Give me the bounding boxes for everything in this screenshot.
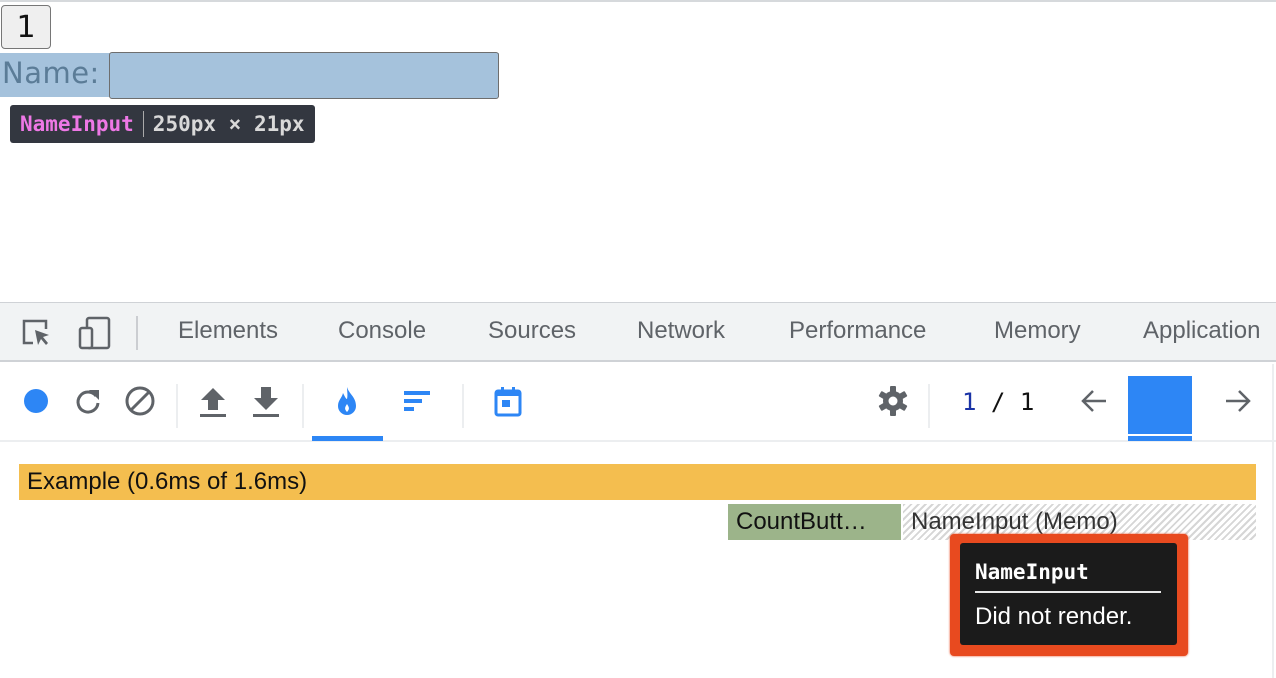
flamegraph-bar-root[interactable]: Example (0.6ms of 1.6ms) bbox=[19, 464, 1256, 500]
flamegraph-bar-countbutton[interactable]: CountButt… bbox=[728, 504, 901, 540]
tab-memory[interactable]: Memory bbox=[994, 317, 1081, 345]
tab-console[interactable]: Console bbox=[338, 317, 426, 345]
commit-total: 1 bbox=[1019, 388, 1035, 416]
toolbar-divider bbox=[462, 384, 464, 428]
inspect-tooltip-component: NameInput bbox=[20, 112, 134, 136]
toolbar-divider bbox=[302, 384, 304, 428]
tabbar-divider bbox=[136, 316, 138, 350]
ranked-chart-icon[interactable] bbox=[400, 384, 434, 418]
commit-current: 1 bbox=[962, 388, 977, 416]
tab-application[interactable]: Application bbox=[1143, 317, 1260, 345]
inspect-tooltip-size: 250px × 21px bbox=[152, 112, 305, 136]
tab-sources[interactable]: Sources bbox=[488, 317, 576, 345]
count-button[interactable]: 1 bbox=[1, 5, 51, 49]
load-profile-icon[interactable] bbox=[196, 384, 230, 418]
tooltip-message: Did not render. bbox=[975, 603, 1133, 630]
inspect-tooltip: NameInput 250px × 21px bbox=[10, 105, 315, 143]
name-input[interactable] bbox=[109, 52, 499, 99]
tab-network[interactable]: Network bbox=[637, 317, 725, 345]
panel-resize-edge bbox=[1272, 364, 1274, 678]
clear-icon[interactable] bbox=[123, 384, 157, 418]
name-label: Name: bbox=[2, 56, 100, 90]
devtools-tabbar: Elements Console Sources Network Perform… bbox=[0, 302, 1276, 362]
profiler-toolbar: 1 / 1 bbox=[0, 364, 1276, 442]
page-top-border bbox=[0, 0, 1276, 2]
commit-separator: / bbox=[990, 388, 1006, 416]
inspect-element-icon[interactable] bbox=[20, 316, 54, 350]
previous-commit-icon[interactable] bbox=[1077, 384, 1111, 418]
device-toolbar-icon[interactable] bbox=[78, 316, 112, 350]
tab-performance[interactable]: Performance bbox=[789, 317, 926, 345]
flamegraph-active-indicator bbox=[312, 436, 383, 441]
commit-counter: 1 / 1 bbox=[962, 388, 1034, 416]
tooltip-title: NameInput bbox=[975, 560, 1089, 584]
flamegraph-tooltip: NameInput Did not render. bbox=[960, 543, 1177, 645]
reload-and-profile-icon[interactable] bbox=[71, 384, 105, 418]
commit-bar-selected-indicator bbox=[1128, 436, 1192, 441]
record-icon[interactable] bbox=[19, 384, 53, 418]
toolbar-divider bbox=[928, 384, 930, 428]
settings-icon[interactable] bbox=[876, 384, 910, 418]
next-commit-icon[interactable] bbox=[1221, 384, 1255, 418]
timeline-icon[interactable] bbox=[491, 384, 525, 418]
flamegraph-icon[interactable] bbox=[330, 384, 364, 418]
tooltip-divider bbox=[975, 591, 1161, 593]
save-profile-icon[interactable] bbox=[249, 384, 283, 418]
toolbar-divider bbox=[176, 384, 178, 428]
inspect-tooltip-divider bbox=[142, 111, 144, 137]
commit-bar[interactable] bbox=[1128, 376, 1192, 434]
tab-elements[interactable]: Elements bbox=[178, 317, 278, 345]
